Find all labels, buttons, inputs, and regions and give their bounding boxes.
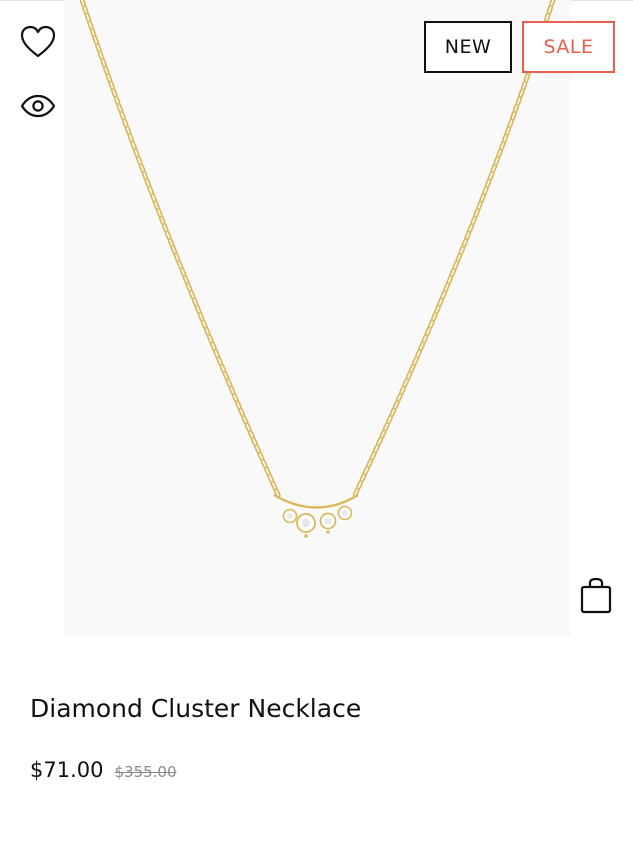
product-title[interactable]: Diamond Cluster Necklace — [30, 694, 361, 723]
new-badge: NEW — [424, 21, 512, 73]
product-image[interactable] — [64, 0, 571, 636]
heart-icon — [20, 25, 56, 63]
sale-badge-label: SALE — [543, 36, 594, 58]
sale-price: $71.00 — [30, 758, 104, 782]
quick-view-button[interactable] — [18, 88, 58, 128]
eye-icon — [20, 94, 56, 122]
price-row: $71.00 $355.00 — [30, 758, 177, 782]
necklace-image — [79, 0, 556, 538]
diamond-cluster — [282, 505, 353, 538]
wishlist-button[interactable] — [18, 24, 58, 64]
sale-badge: SALE — [522, 21, 615, 73]
original-price: $355.00 — [114, 763, 177, 781]
shopping-bag-icon — [579, 577, 613, 619]
new-badge-label: NEW — [444, 36, 492, 58]
product-card: NEW SALE Diamond Cluster Necklace $71.00… — [0, 0, 633, 856]
add-to-bag-button[interactable] — [576, 577, 616, 619]
